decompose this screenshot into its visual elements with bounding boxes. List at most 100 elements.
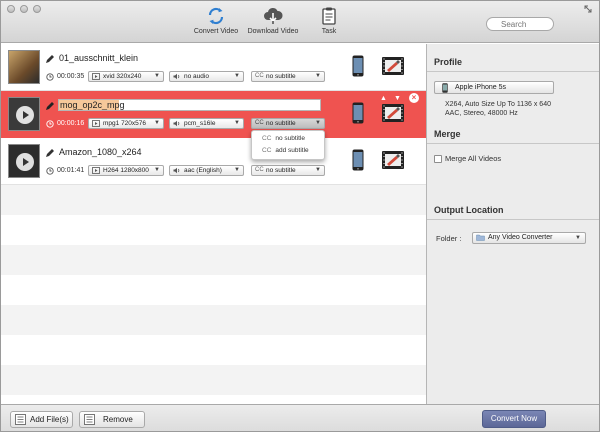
move-up-icon[interactable]: ▲ [379,95,388,103]
clipboard-icon [322,7,336,25]
output-title: Output Location [434,205,504,215]
speaker-icon [173,167,180,174]
file-name: Amazon_1080_x264 [59,147,142,157]
film-icon [92,167,100,174]
film-icon [92,73,100,80]
divider [427,71,599,72]
file-name-input[interactable] [58,99,321,111]
subtitle-select[interactable]: CC no subtitle ▼ [251,165,325,176]
clock-icon [46,167,54,175]
bottom-bar: Add File(s) Remove Convert Now [1,404,599,431]
app-window: Convert Video Download Video Task Search… [0,0,600,432]
video-thumbnail[interactable] [8,97,40,131]
menu-item-label: no subtitle [275,135,306,142]
duration-text: 00:01:41 [57,167,85,174]
cc-icon: CC [262,135,272,142]
file-name: 01_ausschnitt_klein [59,53,139,63]
add-files-label: Add File(s) [30,415,69,424]
divider [427,219,599,220]
iphone-small-icon [442,83,448,93]
pencil-icon[interactable] [45,101,55,111]
settings-panel: Profile Apple iPhone 5s X264, Auto Size … [426,44,599,404]
empty-row [1,275,426,305]
task-button[interactable]: Task [294,7,364,35]
subtitle-value: no subtitle [266,120,296,127]
video-track-select[interactable]: xvid 320x240 ▼ [88,71,164,82]
iphone-icon[interactable] [352,149,364,171]
empty-row [1,365,426,395]
empty-row [1,185,426,215]
audio-track-value: no audio [184,73,209,80]
video-thumbnail[interactable] [8,50,40,84]
profile-title: Profile [434,57,463,67]
video-edit-icon[interactable] [381,101,405,125]
subtitle-select-open[interactable]: CC no subtitle ▼ [251,118,325,129]
empty-row [1,245,426,275]
file-row[interactable]: Amazon_1080_x264 00:01:41 H264 1280x800 ▼… [1,138,426,185]
file-list: 01_ausschnitt_klein 00:00:35 xvid 320x24… [1,44,426,425]
play-icon[interactable] [16,153,34,171]
remove-label: Remove [103,415,133,424]
folder-select[interactable]: Any Video Converter ▼ [472,232,586,244]
divider [427,143,599,144]
profile-select-button[interactable]: Apple iPhone 5s [434,81,554,94]
convert-icon [208,7,224,25]
search-input[interactable] [486,17,554,31]
iphone-icon[interactable] [352,55,364,77]
profile-desc-audio: AAC, Stereo, 48000 Hz [445,110,518,117]
video-track-select[interactable]: mpg1 720x576 ▼ [88,118,164,129]
remove-row-icon[interactable]: × [409,93,419,103]
menu-item-add-subtitle[interactable]: CC add subtitle [262,147,309,154]
play-icon[interactable] [16,106,34,124]
duration-text: 00:00:35 [57,73,85,80]
video-track-value: H264 1280x800 [103,167,149,174]
video-edit-icon[interactable] [381,148,405,172]
film-icon [92,120,100,127]
folder-value: Any Video Converter [488,234,553,241]
speaker-icon [173,73,180,80]
subtitle-select[interactable]: CC no subtitle ▼ [251,71,325,82]
audio-track-select[interactable]: aac (English) ▼ [169,165,244,176]
file-row[interactable]: 01_ausschnitt_klein 00:00:35 xvid 320x24… [1,44,426,91]
folder-icon [476,234,485,241]
empty-row [1,305,426,335]
fullscreen-icon[interactable] [584,5,592,13]
audio-track-select[interactable]: pcm_s16le ▼ [169,118,244,129]
move-down-icon[interactable]: ▼ [393,95,402,103]
pencil-icon[interactable] [45,54,55,64]
zoom-window-button[interactable] [33,5,41,13]
iphone-icon[interactable] [352,102,364,124]
video-thumbnail[interactable] [8,144,40,178]
video-track-select[interactable]: H264 1280x800 ▼ [88,165,164,176]
subtitle-value: no subtitle [266,73,296,80]
video-track-value: xvid 320x240 [103,73,142,80]
clock-icon [46,120,54,128]
cc-icon: CC [255,120,264,126]
close-window-button[interactable] [7,5,15,13]
add-file-icon [15,414,26,425]
audio-track-select[interactable]: no audio ▼ [169,71,244,82]
profile-desc-video: X264, Auto Size Up To 1136 x 640 [445,101,551,108]
convert-now-button[interactable]: Convert Now [482,410,546,428]
empty-row [1,335,426,365]
menu-item-label: add subtitle [275,147,309,154]
speaker-icon [173,120,180,127]
video-edit-icon[interactable] [381,54,405,78]
menu-item-no-subtitle[interactable]: CC no subtitle [262,135,305,142]
toolbar: Convert Video Download Video Task [1,1,599,43]
audio-track-value: aac (English) [184,167,222,174]
file-row-selected[interactable]: 00:00:16 mpg1 720x576▼ pcm_s16le▼ CC no … [1,91,426,138]
remove-button[interactable]: Remove [79,411,145,428]
task-label: Task [321,28,337,35]
add-files-button[interactable]: Add File(s) [10,411,73,428]
merge-checkbox[interactable] [434,155,442,163]
cloud-download-icon [264,7,283,24]
cc-icon: CC [255,167,264,173]
pencil-icon[interactable] [45,148,55,158]
video-track-value: mpg1 720x576 [103,120,147,127]
merge-title: Merge [434,129,461,139]
profile-device: Apple iPhone 5s [455,84,506,91]
minimize-window-button[interactable] [20,5,28,13]
audio-track-value: pcm_s16le [184,120,216,127]
subtitle-dropdown-menu: CC no subtitle CC add subtitle [251,130,325,160]
